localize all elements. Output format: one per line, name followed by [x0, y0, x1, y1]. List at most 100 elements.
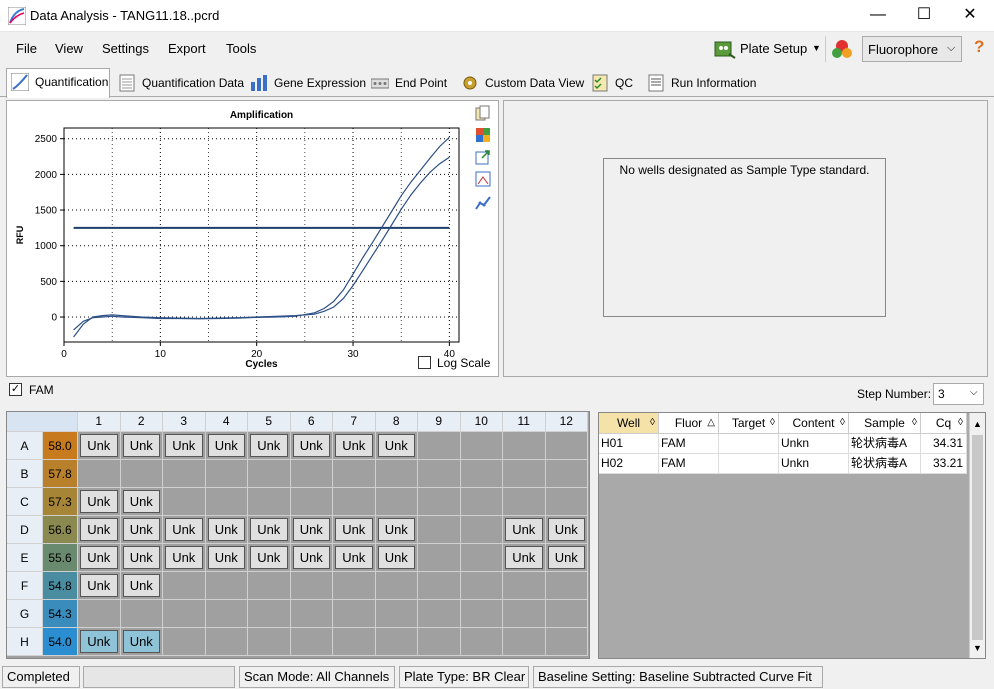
plate-well[interactable] — [503, 600, 546, 628]
plate-well[interactable] — [205, 600, 248, 628]
scroll-down-icon[interactable]: ▼ — [973, 643, 982, 653]
plate-well[interactable]: Unk — [290, 516, 333, 544]
plate-well[interactable]: Unk — [290, 544, 333, 572]
chart-settings-icon[interactable] — [475, 171, 491, 187]
plate-well[interactable] — [460, 432, 503, 460]
fam-checkbox[interactable]: ✓ — [9, 383, 22, 396]
column-header[interactable]: 10 — [460, 412, 503, 432]
table-cell-fluor[interactable]: FAM — [659, 454, 719, 474]
plate-well[interactable] — [418, 572, 461, 600]
plate-well[interactable] — [290, 488, 333, 516]
plate-well[interactable]: Unk — [120, 516, 163, 544]
column-header[interactable]: 9 — [418, 412, 461, 432]
plate-well[interactable] — [545, 600, 588, 628]
column-header[interactable]: 1 — [78, 412, 121, 432]
table-cell-sample[interactable]: 轮状病毒A — [849, 434, 921, 454]
plate-well[interactable]: Unk — [78, 544, 121, 572]
plate-well[interactable] — [248, 460, 291, 488]
plate-well[interactable]: Unk — [248, 544, 291, 572]
plate-well[interactable]: Unk — [375, 516, 418, 544]
plate-well[interactable] — [163, 572, 206, 600]
plate-well[interactable] — [290, 600, 333, 628]
plate-well[interactable] — [418, 544, 461, 572]
table-cell-sample[interactable]: 轮状病毒A — [849, 454, 921, 474]
plate-well[interactable] — [290, 460, 333, 488]
plate-well[interactable] — [545, 628, 588, 656]
plate-well[interactable] — [503, 572, 546, 600]
plate-well[interactable] — [248, 488, 291, 516]
plate-well[interactable] — [460, 628, 503, 656]
row-header[interactable]: B — [7, 460, 43, 488]
plate-well[interactable] — [503, 628, 546, 656]
plate-well[interactable] — [545, 432, 588, 460]
plate-well[interactable]: Unk — [333, 544, 376, 572]
plate-well[interactable] — [163, 600, 206, 628]
plate-well[interactable] — [248, 628, 291, 656]
plate-well[interactable]: Unk — [163, 516, 206, 544]
menu-settings[interactable]: Settings — [102, 41, 149, 56]
plate-well[interactable] — [418, 516, 461, 544]
plate-well[interactable] — [290, 628, 333, 656]
column-header-fluor[interactable]: Fluor △ — [659, 413, 719, 434]
row-header[interactable]: E — [7, 544, 43, 572]
menu-view[interactable]: View — [55, 41, 83, 56]
plate-well[interactable]: Unk — [120, 432, 163, 460]
plate-well[interactable] — [78, 460, 121, 488]
plate-well[interactable] — [460, 544, 503, 572]
plate-corner[interactable] — [7, 412, 78, 432]
column-header-well[interactable]: Well ◊ — [599, 413, 659, 434]
plate-well[interactable]: Unk — [120, 544, 163, 572]
plate-well[interactable]: Unk — [545, 516, 588, 544]
tab-run-information[interactable]: Run Information — [643, 70, 756, 96]
plate-setup-dropdown-icon[interactable]: ▼ — [812, 43, 821, 53]
plate-well[interactable]: Unk — [78, 572, 121, 600]
tab-end-point[interactable]: End Point — [367, 70, 451, 96]
scroll-thumb[interactable] — [972, 435, 983, 640]
column-header-target[interactable]: Target ◊ — [719, 413, 779, 434]
column-header[interactable]: 4 — [205, 412, 248, 432]
plate-well[interactable] — [503, 460, 546, 488]
row-header[interactable]: A — [7, 432, 43, 460]
plate-well[interactable] — [460, 460, 503, 488]
column-header[interactable]: 8 — [375, 412, 418, 432]
minimize-button[interactable]: — — [855, 0, 901, 31]
plate-well[interactable] — [333, 628, 376, 656]
plate-well[interactable] — [418, 600, 461, 628]
row-header[interactable]: D — [7, 516, 43, 544]
plate-well[interactable] — [205, 628, 248, 656]
plate-well[interactable] — [545, 572, 588, 600]
plate-well[interactable] — [460, 516, 503, 544]
plate-well[interactable]: Unk — [120, 488, 163, 516]
plate-well[interactable] — [333, 572, 376, 600]
plate-well[interactable] — [460, 488, 503, 516]
plate-well[interactable] — [248, 572, 291, 600]
step-number-select[interactable]: 3 ⌵ — [933, 383, 984, 405]
plate-well[interactable] — [418, 432, 461, 460]
plate-well[interactable] — [545, 460, 588, 488]
plate-well[interactable] — [503, 432, 546, 460]
table-cell-cq[interactable]: 34.31 — [921, 434, 967, 454]
plate-well[interactable]: Unk — [163, 544, 206, 572]
plate-well[interactable] — [78, 600, 121, 628]
tab-quantification-data[interactable]: Quantification Data — [114, 70, 244, 96]
column-header-sample[interactable]: Sample ◊ — [849, 413, 921, 434]
plate-well[interactable]: Unk — [120, 628, 163, 656]
menu-export[interactable]: Export — [168, 41, 206, 56]
export-chart-icon[interactable] — [475, 149, 491, 165]
plate-well[interactable] — [460, 600, 503, 628]
menu-tools[interactable]: Tools — [226, 41, 256, 56]
plate-well[interactable] — [205, 488, 248, 516]
plate-well[interactable] — [163, 488, 206, 516]
plate-well[interactable]: Unk — [375, 544, 418, 572]
plate-well[interactable]: Unk — [205, 432, 248, 460]
table-cell-well[interactable]: H02 — [599, 454, 659, 474]
plate-well[interactable]: Unk — [503, 516, 546, 544]
plate-well[interactable]: Unk — [78, 628, 121, 656]
plate-well[interactable]: Unk — [333, 432, 376, 460]
scroll-up-icon[interactable]: ▲ — [973, 419, 982, 429]
table-cell-content[interactable]: Unkn — [779, 434, 849, 454]
plate-well[interactable]: Unk — [290, 432, 333, 460]
plate-well[interactable] — [545, 488, 588, 516]
tab-gene-expression[interactable]: Gene Expression — [246, 70, 366, 96]
table-cell-cq[interactable]: 33.21 — [921, 454, 967, 474]
